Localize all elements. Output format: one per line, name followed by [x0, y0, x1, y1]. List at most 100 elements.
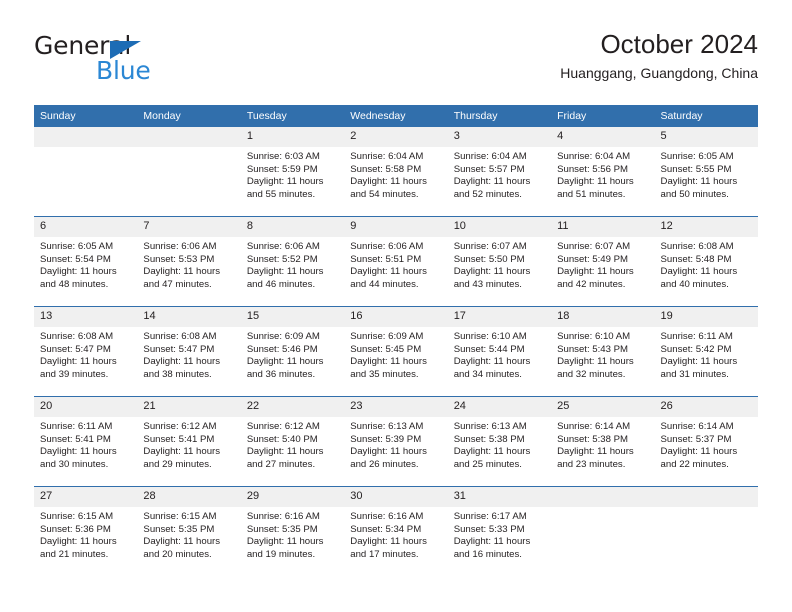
daylight-text-line2: and 30 minutes.	[40, 458, 109, 470]
sunrise-text: Sunrise: 6:05 AM	[660, 151, 734, 162]
sunset-text: Sunset: 5:46 PM	[246, 343, 318, 355]
daylight-text-line1: Daylight: 11 hours	[40, 536, 117, 548]
calendar-day-cell[interactable]: 26 Sunrise: 6:14 AM Sunset: 5:37 PM Dayligh…	[654, 396, 758, 487]
calendar-day-cell[interactable]: 11 Sunrise: 6:07 AM Sunset: 5:49 PM Dayligh…	[551, 216, 655, 307]
sunset-text: Sunset: 5:52 PM	[246, 253, 318, 265]
calendar-day-cell[interactable]: 23 Sunrise: 6:13 AM Sunset: 5:39 PM Dayligh…	[344, 396, 448, 487]
daylight-text-line2: and 23 minutes.	[557, 458, 626, 470]
sunset-text: Sunset: 5:56 PM	[557, 163, 629, 175]
daylight-text-line2: and 51 minutes.	[557, 188, 626, 200]
weekday-header-friday: Friday	[551, 105, 655, 127]
calendar-day-cell-empty	[654, 486, 758, 576]
day-details: Sunrise: 6:15 AM Sunset: 5:35 PM Daylight:…	[137, 507, 240, 561]
daylight-text-line2: and 52 minutes.	[453, 188, 522, 200]
calendar-day-cell[interactable]: 21 Sunrise: 6:12 AM Sunset: 5:41 PM Dayligh…	[137, 396, 241, 487]
calendar-day-cell[interactable]: 25 Sunrise: 6:14 AM Sunset: 5:38 PM Dayligh…	[551, 396, 655, 487]
calendar-day-cell[interactable]: 16 Sunrise: 6:09 AM Sunset: 5:45 PM Dayligh…	[344, 306, 448, 397]
day-details: Sunrise: 6:17 AM Sunset: 5:33 PM Daylight:…	[448, 507, 551, 561]
calendar-day-cell[interactable]: 31 Sunrise: 6:17 AM Sunset: 5:33 PM Dayligh…	[447, 486, 552, 576]
calendar-day-cell[interactable]: 20 Sunrise: 6:11 AM Sunset: 5:41 PM Dayligh…	[34, 396, 138, 487]
calendar-day-cell[interactable]: 30 Sunrise: 6:16 AM Sunset: 5:34 PM Dayligh…	[344, 486, 448, 576]
day-number: 1	[240, 127, 345, 147]
day-details: Sunrise: 6:03 AM Sunset: 5:59 PM Daylight:…	[241, 147, 344, 201]
day-details: Sunrise: 6:09 AM Sunset: 5:46 PM Daylight:…	[241, 327, 344, 381]
calendar-day-cell[interactable]: 4 Sunrise: 6:04 AM Sunset: 5:56 PM Daylight…	[551, 127, 655, 217]
brand-logo[interactable]: General Blue	[34, 32, 264, 88]
sunset-text: Sunset: 5:47 PM	[143, 343, 215, 355]
calendar-body: 1 Sunrise: 6:03 AM Sunset: 5:59 PM Daylight…	[34, 127, 758, 576]
day-number: 9	[344, 217, 448, 237]
calendar-day-cell[interactable]: 18 Sunrise: 6:10 AM Sunset: 5:43 PM Dayligh…	[551, 306, 655, 397]
day-details: Sunrise: 6:11 AM Sunset: 5:42 PM Daylight:…	[655, 327, 758, 381]
daylight-text-line2: and 38 minutes.	[143, 368, 212, 380]
sunset-text: Sunset: 5:53 PM	[143, 253, 215, 265]
sunset-text: Sunset: 5:38 PM	[453, 433, 525, 445]
daylight-text-line1: Daylight: 11 hours	[246, 356, 324, 368]
weekday-header-thursday: Thursday	[447, 105, 552, 127]
daylight-text-line2: and 42 minutes.	[557, 278, 626, 290]
sunrise-text: Sunrise: 6:10 AM	[557, 331, 631, 342]
daylight-text-line1: Daylight: 11 hours	[453, 446, 531, 458]
day-details: Sunrise: 6:05 AM Sunset: 5:55 PM Daylight:…	[655, 147, 758, 201]
calendar-day-cell[interactable]: 14 Sunrise: 6:08 AM Sunset: 5:47 PM Dayligh…	[137, 306, 241, 397]
calendar-day-cell[interactable]: 24 Sunrise: 6:13 AM Sunset: 5:38 PM Dayligh…	[447, 396, 552, 487]
calendar-day-cell[interactable]: 7 Sunrise: 6:06 AM Sunset: 5:53 PM Daylight…	[137, 216, 241, 307]
calendar-day-cell[interactable]: 19 Sunrise: 6:11 AM Sunset: 5:42 PM Dayligh…	[654, 306, 758, 397]
title-block: October 2024 Huanggang, Guangdong, China	[560, 28, 758, 83]
day-details: Sunrise: 6:11 AM Sunset: 5:41 PM Daylight:…	[34, 417, 137, 471]
sunset-text: Sunset: 5:38 PM	[557, 433, 629, 445]
calendar-day-cell[interactable]: 13 Sunrise: 6:08 AM Sunset: 5:47 PM Dayligh…	[34, 306, 138, 397]
sunrise-text: Sunrise: 6:15 AM	[40, 511, 114, 522]
calendar-day-cell-empty	[137, 127, 241, 217]
daylight-text-line2: and 50 minutes.	[660, 188, 729, 200]
weekday-header-saturday: Saturday	[654, 105, 758, 127]
calendar-day-cell[interactable]: 28 Sunrise: 6:15 AM Sunset: 5:35 PM Dayligh…	[137, 486, 241, 576]
daylight-text-line2: and 21 minutes.	[40, 548, 109, 560]
calendar-day-cell[interactable]: 1 Sunrise: 6:03 AM Sunset: 5:59 PM Daylight…	[240, 127, 345, 217]
day-details: Sunrise: 6:13 AM Sunset: 5:39 PM Daylight:…	[344, 417, 447, 471]
sunrise-text: Sunrise: 6:03 AM	[246, 151, 320, 162]
calendar-day-cell[interactable]: 12 Sunrise: 6:08 AM Sunset: 5:48 PM Dayligh…	[654, 216, 758, 307]
sunrise-text: Sunrise: 6:12 AM	[246, 421, 320, 432]
daylight-text-line1: Daylight: 11 hours	[660, 176, 738, 188]
day-number: 2	[344, 127, 448, 147]
daylight-text-line1: Daylight: 11 hours	[40, 446, 117, 458]
page-header: General Blue October 2024 Huanggang, Gua…	[34, 28, 758, 94]
day-number: 24	[447, 397, 552, 417]
sunrise-text: Sunrise: 6:07 AM	[557, 241, 631, 252]
calendar-day-cell[interactable]: 6 Sunrise: 6:05 AM Sunset: 5:54 PM Daylight…	[34, 216, 138, 307]
calendar-day-cell[interactable]: 3 Sunrise: 6:04 AM Sunset: 5:57 PM Daylight…	[447, 127, 552, 217]
sunset-text: Sunset: 5:51 PM	[350, 253, 422, 265]
calendar-day-cell[interactable]: 10 Sunrise: 6:07 AM Sunset: 5:50 PM Dayligh…	[447, 216, 552, 307]
day-number: 14	[137, 307, 241, 327]
day-number: 18	[551, 307, 655, 327]
calendar-day-cell[interactable]: 2 Sunrise: 6:04 AM Sunset: 5:58 PM Daylight…	[344, 127, 448, 217]
calendar-day-cell[interactable]: 5 Sunrise: 6:05 AM Sunset: 5:55 PM Daylight…	[654, 127, 758, 217]
day-details: Sunrise: 6:10 AM Sunset: 5:43 PM Daylight:…	[551, 327, 654, 381]
daylight-text-line1: Daylight: 11 hours	[246, 266, 324, 278]
day-number: 31	[447, 487, 552, 507]
calendar-week-row: 13 Sunrise: 6:08 AM Sunset: 5:47 PM Dayligh…	[34, 306, 758, 397]
daylight-text-line1: Daylight: 11 hours	[350, 446, 427, 458]
calendar-day-cell[interactable]: 9 Sunrise: 6:06 AM Sunset: 5:51 PM Daylight…	[344, 216, 448, 307]
daylight-text-line2: and 25 minutes.	[453, 458, 522, 470]
calendar-day-cell[interactable]: 22 Sunrise: 6:12 AM Sunset: 5:40 PM Dayligh…	[240, 396, 345, 487]
sunset-text: Sunset: 5:40 PM	[246, 433, 318, 445]
calendar-day-cell[interactable]: 27 Sunrise: 6:15 AM Sunset: 5:36 PM Dayligh…	[34, 486, 138, 576]
calendar-day-cell[interactable]: 17 Sunrise: 6:10 AM Sunset: 5:44 PM Dayligh…	[447, 306, 552, 397]
day-details: Sunrise: 6:07 AM Sunset: 5:50 PM Daylight:…	[448, 237, 551, 291]
day-details: Sunrise: 6:16 AM Sunset: 5:34 PM Daylight:…	[344, 507, 447, 561]
day-number	[654, 487, 758, 507]
sunset-text: Sunset: 5:55 PM	[660, 163, 732, 175]
calendar-day-cell[interactable]: 15 Sunrise: 6:09 AM Sunset: 5:46 PM Dayligh…	[240, 306, 345, 397]
calendar-day-cell[interactable]: 29 Sunrise: 6:16 AM Sunset: 5:35 PM Dayligh…	[240, 486, 345, 576]
daylight-text-line1: Daylight: 11 hours	[453, 176, 531, 188]
sunset-text: Sunset: 5:36 PM	[40, 523, 111, 535]
calendar-day-cell[interactable]: 8 Sunrise: 6:06 AM Sunset: 5:52 PM Daylight…	[240, 216, 345, 307]
daylight-text-line2: and 20 minutes.	[143, 548, 212, 560]
day-details: Sunrise: 6:04 AM Sunset: 5:58 PM Daylight:…	[344, 147, 447, 201]
sunrise-text: Sunrise: 6:14 AM	[660, 421, 734, 432]
daylight-text-line1: Daylight: 11 hours	[246, 536, 324, 548]
sunrise-text: Sunrise: 6:04 AM	[350, 151, 424, 162]
day-number: 25	[551, 397, 655, 417]
